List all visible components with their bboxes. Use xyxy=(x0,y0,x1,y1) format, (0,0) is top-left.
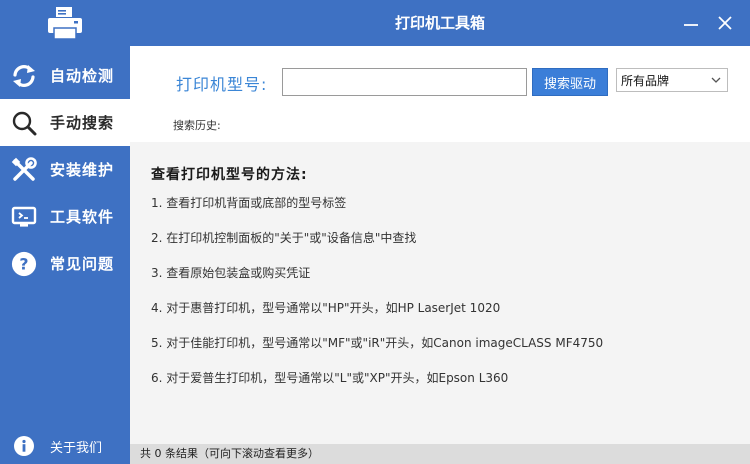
sidebar-item-label: 手动搜索 xyxy=(50,114,115,132)
chevron-down-icon xyxy=(711,77,721,83)
title-bar: 打印机工具箱 xyxy=(130,0,750,46)
close-button[interactable] xyxy=(710,8,740,38)
printer-model-label: 打印机型号: xyxy=(176,75,268,94)
brand-select-value: 所有品牌 xyxy=(621,73,670,88)
sidebar-item-manual-search[interactable]: 手动搜索 xyxy=(0,99,130,146)
help-item: 5. 对于佳能打印机，型号通常以"MF"或"iR"开头，如Canon image… xyxy=(151,336,604,350)
help-content: 查看打印机型号的方法: 1. 查看打印机背面或底部的型号标签 2. 在打印机控制… xyxy=(130,142,750,444)
question-icon: ? xyxy=(11,251,37,277)
sidebar-item-label: 工具软件 xyxy=(50,208,115,226)
help-item: 4. 对于惠普打印机，型号通常以"HP"开头，如HP LaserJet 1020 xyxy=(151,301,501,315)
svg-text:?: ? xyxy=(19,254,28,273)
sidebar-item-tool-software[interactable]: 工具软件 xyxy=(0,193,130,240)
search-panel: 打印机型号: 搜索驱动 所有品牌 搜索历史: xyxy=(130,46,750,142)
status-bar: 共 0 条结果（可向下滚动查看更多） xyxy=(130,444,750,464)
help-item: 3. 查看原始包装盒或购买凭证 xyxy=(151,266,311,280)
close-icon xyxy=(718,16,732,30)
search-history-label: 搜索历史: xyxy=(173,119,221,132)
search-icon xyxy=(11,110,37,136)
monitor-icon xyxy=(11,204,37,230)
sidebar-item-label: 自动检测 xyxy=(50,67,115,85)
sidebar-item-label: 安装维护 xyxy=(50,161,115,179)
sidebar: 自动检测 手动搜索 安装维护 工具软件 ? 常见问题 关于我们 xyxy=(0,0,130,464)
sidebar-item-faq[interactable]: ? 常见问题 xyxy=(0,240,130,287)
app-logo xyxy=(0,0,130,46)
help-item: 6. 对于爱普生打印机，型号通常以"L"或"XP"开头，如Epson L360 xyxy=(151,371,509,385)
window-title: 打印机工具箱 xyxy=(394,14,485,32)
printer-model-input[interactable] xyxy=(282,68,527,96)
about-us-label: 关于我们 xyxy=(50,440,103,456)
help-item: 1. 查看打印机背面或底部的型号标签 xyxy=(151,196,347,210)
help-title: 查看打印机型号的方法: xyxy=(151,167,308,183)
printer-icon xyxy=(48,7,82,40)
brand-select[interactable]: 所有品牌 xyxy=(616,68,728,92)
sidebar-item-install-maintain[interactable]: 安装维护 xyxy=(0,146,130,193)
help-item: 2. 在打印机控制面板的"关于"或"设备信息"中查找 xyxy=(151,231,417,245)
sidebar-item-label: 常见问题 xyxy=(50,255,115,273)
sidebar-item-auto-detect[interactable]: 自动检测 xyxy=(0,52,130,99)
search-driver-button[interactable]: 搜索驱动 xyxy=(532,68,608,96)
tools-icon xyxy=(11,156,37,183)
minimize-button[interactable] xyxy=(676,8,706,38)
refresh-icon xyxy=(11,63,37,89)
info-icon xyxy=(13,435,35,457)
minimize-icon xyxy=(684,24,698,26)
about-us-button[interactable]: 关于我们 xyxy=(0,430,130,462)
